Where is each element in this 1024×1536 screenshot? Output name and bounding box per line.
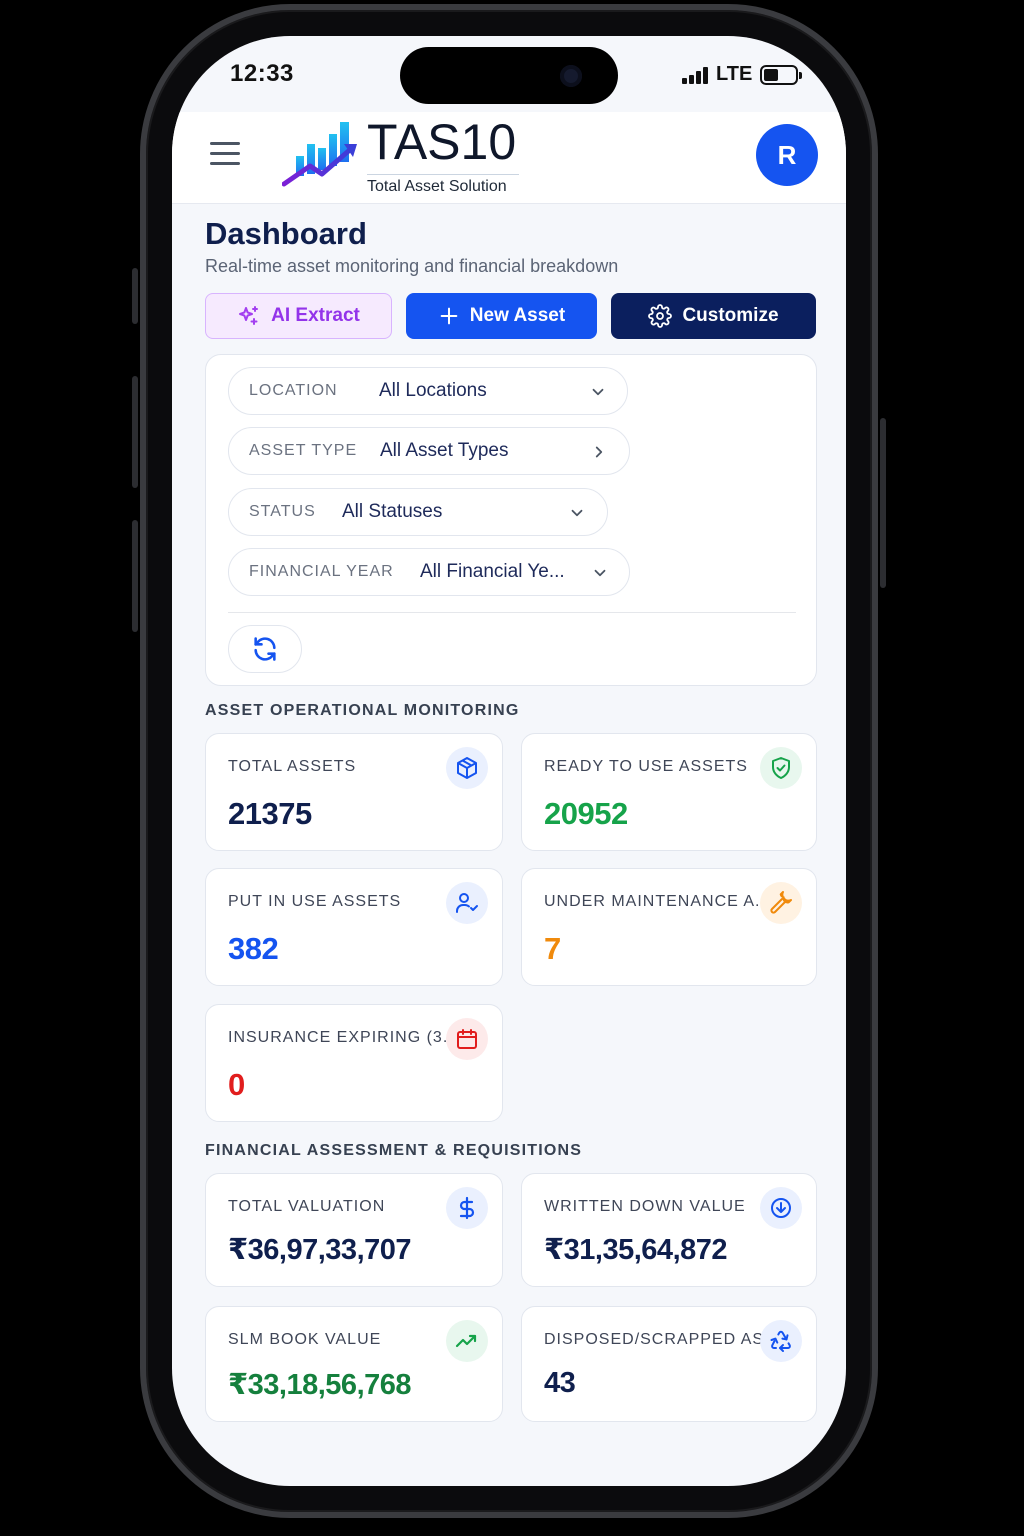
stat-label: WRITTEN DOWN VALUE (544, 1198, 746, 1215)
cube-icon (446, 747, 488, 789)
status-filter-value: All Statuses (342, 501, 443, 522)
ai-extract-label: AI Extract (271, 305, 360, 326)
stat-value: 20952 (544, 796, 628, 831)
put-in-use-assets-card[interactable]: PUT IN USE ASSETS 382 (205, 868, 503, 986)
stat-value: ₹36,97,33,707 (228, 1234, 412, 1266)
phone-screen: 12:33 LTE TAS10 Total Asset Solution R D… (172, 36, 846, 1486)
location-filter-select[interactable]: LOCATION All Locations (228, 367, 628, 415)
asset-type-filter-label: ASSET TYPE (249, 442, 358, 459)
user-avatar[interactable]: R (756, 124, 818, 186)
user-check-icon (446, 882, 488, 924)
customize-button[interactable]: Customize (611, 293, 816, 339)
gear-icon (648, 304, 673, 328)
dollar-icon (446, 1187, 488, 1229)
ai-extract-button[interactable]: AI Extract (205, 293, 392, 339)
app-header: TAS10 Total Asset Solution R (172, 112, 846, 204)
calendar-icon (446, 1018, 488, 1060)
page-title: Dashboard (205, 216, 367, 251)
stat-label: UNDER MAINTENANCE A... (544, 893, 772, 910)
refresh-icon (254, 637, 276, 661)
wrench-icon (760, 882, 802, 924)
stat-value: 43 (544, 1367, 576, 1399)
location-filter-value: All Locations (379, 380, 487, 401)
status-filter-label: STATUS (249, 503, 316, 520)
financial-year-filter-label: FINANCIAL YEAR (249, 563, 394, 580)
battery-icon (760, 65, 802, 85)
stat-label: DISPOSED/SCRAPPED AS... (544, 1331, 781, 1348)
insurance-expiring-card[interactable]: INSURANCE EXPIRING (3... 0 (205, 1004, 503, 1122)
financial-section-title: FINANCIAL ASSESSMENT & REQUISITIONS (205, 1142, 583, 1159)
phone-power-button (880, 418, 886, 588)
logo-chart-icon (282, 122, 357, 187)
disposed-scrapped-assets-card[interactable]: DISPOSED/SCRAPPED AS... 43 (521, 1306, 817, 1422)
shield-check-icon (760, 747, 802, 789)
network-label: LTE (716, 63, 753, 85)
brand-subtitle: Total Asset Solution (367, 178, 507, 195)
stat-value: 7 (544, 931, 561, 966)
brand-divider (367, 174, 519, 175)
hamburger-menu-button[interactable] (210, 140, 242, 168)
status-filter-select[interactable]: STATUS All Statuses (228, 488, 608, 536)
stat-label: PUT IN USE ASSETS (228, 893, 402, 910)
written-down-value-card[interactable]: WRITTEN DOWN VALUE ₹31,35,64,872 (521, 1173, 817, 1287)
stat-label: TOTAL ASSETS (228, 758, 357, 775)
trending-up-icon (446, 1320, 488, 1362)
sparkles-icon (239, 306, 259, 325)
stat-value: ₹33,18,56,768 (228, 1369, 412, 1401)
signal-icon (682, 66, 712, 84)
total-valuation-card[interactable]: TOTAL VALUATION ₹36,97,33,707 (205, 1173, 503, 1287)
under-maintenance-assets-card[interactable]: UNDER MAINTENANCE A... 7 (521, 868, 817, 986)
stat-value: ₹31,35,64,872 (544, 1234, 728, 1266)
status-time: 12:33 (230, 60, 294, 87)
filter-panel: LOCATION All Locations ASSET TYPE All As… (205, 354, 817, 686)
phone-volume-down-button (132, 520, 138, 632)
status-bar: 12:33 LTE (172, 36, 846, 112)
stat-label: SLM BOOK VALUE (228, 1331, 382, 1348)
financial-year-filter-value: All Financial Ye... (420, 561, 565, 582)
slm-book-value-card[interactable]: SLM BOOK VALUE ₹33,18,56,768 (205, 1306, 503, 1422)
recycle-icon (760, 1320, 802, 1362)
stat-label: READY TO USE ASSETS (544, 758, 748, 775)
ready-to-use-assets-card[interactable]: READY TO USE ASSETS 20952 (521, 733, 817, 851)
camera-icon (560, 65, 582, 87)
total-assets-card[interactable]: TOTAL ASSETS 21375 (205, 733, 503, 851)
phone-action-button (132, 268, 138, 324)
phone-volume-up-button (132, 376, 138, 488)
chevron-down-icon (592, 388, 604, 396)
page-subtitle: Real-time asset monitoring and financial… (205, 256, 619, 276)
chevron-down-icon (571, 509, 583, 517)
new-asset-button[interactable]: New Asset (406, 293, 597, 339)
location-filter-label: LOCATION (249, 382, 338, 399)
chevron-down-icon (594, 569, 606, 577)
asset-type-filter-value: All Asset Types (380, 440, 509, 461)
stat-value: 21375 (228, 796, 312, 831)
dynamic-island (400, 47, 618, 104)
stat-value: 0 (228, 1067, 245, 1102)
brand-title: TAS10 (367, 114, 517, 170)
refresh-button[interactable] (228, 625, 302, 673)
financial-year-filter-select[interactable]: FINANCIAL YEAR All Financial Ye... (228, 548, 630, 596)
stat-value: 382 (228, 931, 279, 966)
chevron-right-icon (595, 446, 603, 458)
customize-label: Customize (682, 305, 779, 326)
plus-icon (440, 307, 458, 325)
arrow-down-circle-icon (760, 1187, 802, 1229)
asset-type-filter-select[interactable]: ASSET TYPE All Asset Types (228, 427, 630, 475)
stat-label: INSURANCE EXPIRING (3... (228, 1029, 460, 1046)
operational-section-title: ASSET OPERATIONAL MONITORING (205, 702, 520, 719)
new-asset-label: New Asset (469, 305, 566, 326)
filter-divider (228, 612, 796, 613)
stat-label: TOTAL VALUATION (228, 1198, 386, 1215)
